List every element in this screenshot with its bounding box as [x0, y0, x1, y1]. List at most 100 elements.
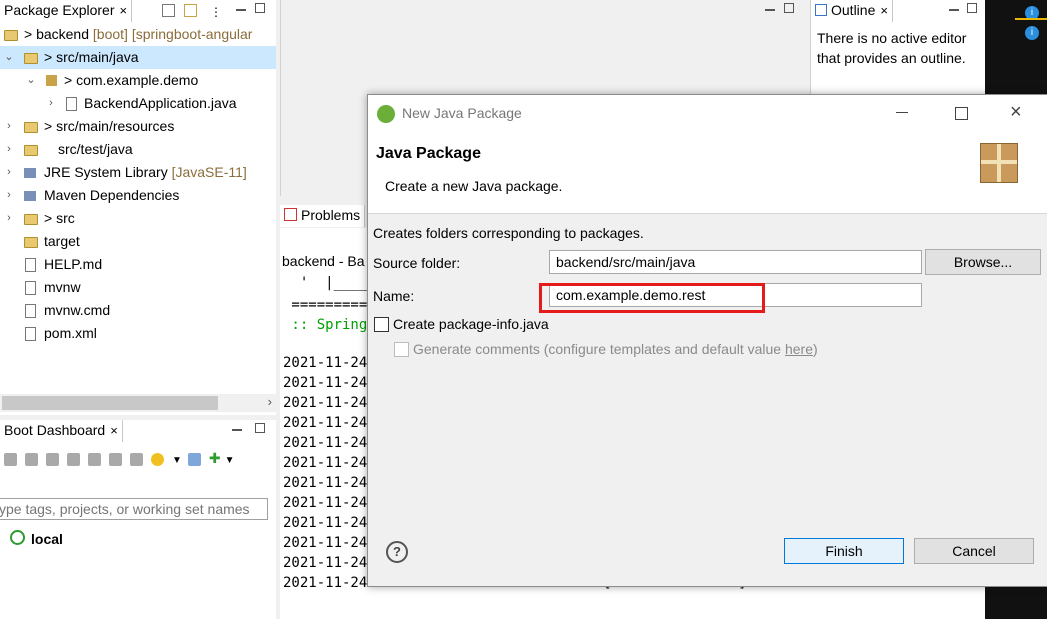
console-icon[interactable]: [67, 452, 80, 466]
tab-problems[interactable]: Problems: [280, 205, 366, 227]
source-folder-label: Source folder:: [373, 255, 461, 271]
scrollbar-thumb[interactable]: [2, 396, 218, 410]
package-explorer-view: Package Explorer × ⋮ > backend [boot] [sp…: [0, 0, 276, 415]
maximize-icon[interactable]: [255, 3, 265, 13]
problems-icon: [284, 208, 297, 221]
new-java-package-dialog: New Java Package × Java Package Create a…: [367, 94, 1047, 587]
filter-icon[interactable]: [187, 452, 201, 466]
maximize-icon[interactable]: [955, 107, 968, 120]
dialog-window-title: New Java Package: [402, 105, 522, 121]
power-icon: [10, 530, 25, 545]
chevron-right-icon[interactable]: ›: [4, 115, 14, 138]
help-icon[interactable]: ?: [386, 541, 408, 563]
dropdown-arrow-icon[interactable]: ▼: [172, 455, 182, 466]
minimize-icon[interactable]: [232, 423, 242, 431]
link-with-editor-icon[interactable]: [184, 4, 197, 17]
console-log-line: 2021-11-24: [283, 515, 368, 531]
debug-icon[interactable]: [46, 452, 59, 466]
lightbulb-icon[interactable]: [151, 452, 164, 466]
chevron-right-icon[interactable]: ›: [4, 161, 14, 184]
close-icon[interactable]: ×: [110, 423, 118, 438]
here-link[interactable]: here: [785, 341, 813, 357]
horizontal-scrollbar[interactable]: ›: [0, 394, 276, 412]
create-package-info-label: Create package-info.java: [393, 316, 549, 332]
console-log-line: 2021-11-24: [283, 355, 368, 371]
source-folder-icon: [24, 53, 38, 64]
tree-item-backend[interactable]: > backend [boot] [springboot-angular: [0, 23, 276, 46]
chevron-right-icon[interactable]: ›: [4, 138, 14, 161]
console-log-line: 2021-11-24: [283, 495, 368, 511]
create-package-info-checkbox[interactable]: [374, 317, 389, 332]
browse-button[interactable]: Browse...: [925, 249, 1041, 275]
source-folder-icon: [24, 145, 38, 156]
info-icon: i: [1025, 26, 1039, 40]
view-menu-icon[interactable]: ⋮: [210, 5, 222, 19]
tree-item-src-main-java[interactable]: ⌄ > src/main/java: [0, 46, 276, 69]
tree-item-mvnw[interactable]: mvnw: [0, 276, 276, 299]
chevron-right-icon[interactable]: ›: [268, 394, 272, 409]
stop-icon[interactable]: [25, 452, 38, 466]
tree-item-src[interactable]: › > src: [0, 207, 276, 230]
minimize-icon[interactable]: [896, 112, 908, 113]
maximize-icon[interactable]: [784, 3, 794, 13]
xml-file-icon: [25, 327, 36, 341]
tree-item-mvnw-cmd[interactable]: mvnw.cmd: [0, 299, 276, 322]
finish-button[interactable]: Finish: [784, 538, 904, 564]
chevron-down-icon[interactable]: ⌄: [4, 46, 14, 69]
folder-icon: [24, 237, 38, 248]
tree-item-pom-xml[interactable]: pom.xml: [0, 322, 276, 345]
properties-icon[interactable]: [130, 452, 143, 466]
add-icon[interactable]: ✚: [209, 450, 221, 466]
dialog-titlebar[interactable]: New Java Package ×: [368, 95, 1047, 133]
library-icon: [24, 168, 36, 178]
tab-package-explorer[interactable]: Package Explorer ×: [0, 0, 133, 22]
library-icon: [24, 191, 36, 201]
edit-icon[interactable]: [109, 452, 122, 466]
tree-item-src-test-java[interactable]: › src/test/java: [0, 138, 276, 161]
dropdown-arrow-icon[interactable]: ▼: [225, 455, 235, 466]
tree-item-target[interactable]: target: [0, 230, 276, 253]
chevron-down-icon[interactable]: ⌄: [26, 69, 36, 92]
maximize-icon[interactable]: [255, 423, 265, 433]
browser-icon[interactable]: [88, 452, 101, 466]
tree-item-maven-dependencies[interactable]: › Maven Dependencies: [0, 184, 276, 207]
tab-outline[interactable]: Outline ×: [811, 0, 893, 22]
cancel-button[interactable]: Cancel: [914, 538, 1034, 564]
folder-icon: [24, 214, 38, 225]
source-folder-icon: [24, 122, 38, 133]
console-log-line: 2021-11-24: [283, 435, 368, 451]
tree-item-jre-system-library[interactable]: › JRE System Library [JavaSE-11]: [0, 161, 276, 184]
outline-icon: [815, 4, 827, 16]
boot-local-target[interactable]: local: [10, 530, 63, 547]
generate-comments-checkbox[interactable]: [394, 342, 409, 357]
collapse-all-icon[interactable]: [162, 4, 175, 17]
chevron-right-icon[interactable]: ›: [4, 184, 14, 207]
start-icon[interactable]: [4, 452, 17, 466]
minimize-icon[interactable]: [765, 3, 775, 11]
file-icon: [25, 281, 36, 295]
close-icon[interactable]: ×: [120, 3, 128, 18]
dialog-description: Create a new Java package.: [385, 178, 563, 194]
console-log-line: 2021-11-24: [283, 455, 368, 471]
tree-item-help-md[interactable]: HELP.md: [0, 253, 276, 276]
tab-boot-dashboard[interactable]: Boot Dashboard ×: [0, 420, 123, 442]
generate-comments-text: Generate comments (configure templates a…: [413, 341, 818, 357]
chevron-right-icon[interactable]: ›: [4, 207, 14, 230]
boot-dashboard-filter-input[interactable]: [0, 498, 268, 520]
tree-item-com-example-demo[interactable]: ⌄ > com.example.demo: [0, 69, 276, 92]
console-log-line: 2021-11-24: [283, 535, 368, 551]
close-icon[interactable]: ×: [1010, 101, 1022, 124]
maximize-icon[interactable]: [967, 3, 977, 13]
tree-item-src-main-resources[interactable]: › > src/main/resources: [0, 115, 276, 138]
dialog-header: Java Package Create a new Java package.: [368, 133, 1047, 214]
minimize-icon[interactable]: [236, 3, 246, 11]
close-icon[interactable]: ×: [880, 3, 888, 18]
file-icon: [25, 258, 36, 272]
project-icon: [4, 30, 18, 41]
source-folder-input[interactable]: [549, 250, 922, 274]
spring-leaf-icon: [377, 105, 395, 123]
chevron-right-icon[interactable]: ›: [46, 92, 56, 115]
tree-item-backend-application[interactable]: › BackendApplication.java: [0, 92, 276, 115]
minimize-icon[interactable]: [949, 3, 959, 11]
outline-view: Outline × There is no active editor that …: [810, 0, 986, 98]
